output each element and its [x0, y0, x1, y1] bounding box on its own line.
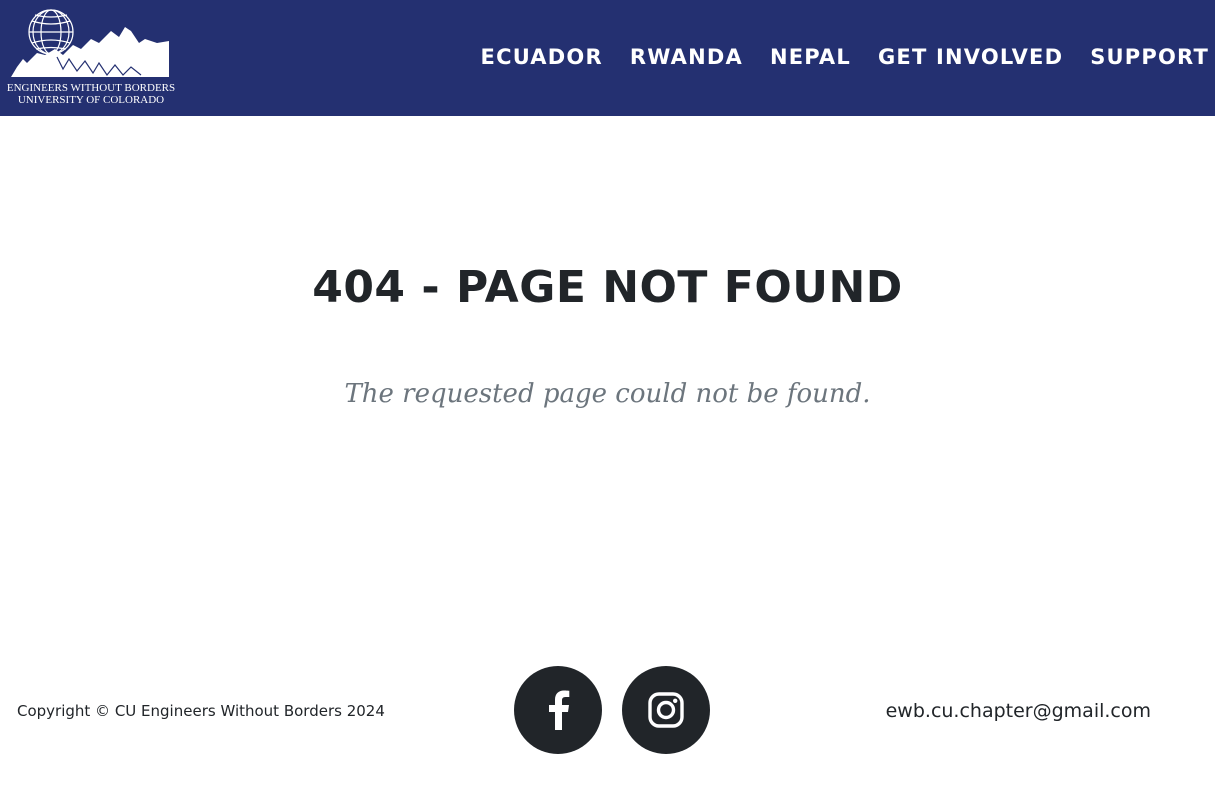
facebook-icon	[549, 690, 570, 730]
page-title: 404 - PAGE NOT FOUND	[312, 262, 903, 313]
instagram-button[interactable]	[622, 666, 710, 754]
facebook-button[interactable]	[514, 666, 602, 754]
nav-link-get-involved[interactable]: GET INVOLVED	[878, 45, 1063, 69]
brand-name: ENGINEERS WITHOUT BORDERS	[6, 82, 176, 94]
nav-link-rwanda[interactable]: RWANDA	[630, 45, 743, 69]
brand-logo-link[interactable]: ENGINEERS WITHOUT BORDERS UNIVERSITY OF …	[5, 9, 177, 109]
main-nav: ECUADOR RWANDA NEPAL GET INVOLVED SUPPOR…	[456, 41, 1215, 73]
copyright-text: Copyright © CU Engineers Without Borders…	[17, 702, 385, 720]
nav-link-ecuador[interactable]: ECUADOR	[481, 45, 603, 69]
nav-link-nepal[interactable]: NEPAL	[770, 45, 851, 69]
globe-mountains-icon	[11, 9, 169, 77]
email-link[interactable]: ewb.cu.chapter@gmail.com	[886, 698, 1151, 724]
navbar: ENGINEERS WITHOUT BORDERS UNIVERSITY OF …	[0, 0, 1215, 116]
instagram-icon	[648, 692, 684, 728]
page-subtitle: The requested page could not be found.	[344, 379, 871, 409]
nav-link-support[interactable]: SUPPORT	[1090, 45, 1209, 69]
brand-university: UNIVERSITY OF COLORADO	[17, 94, 165, 106]
